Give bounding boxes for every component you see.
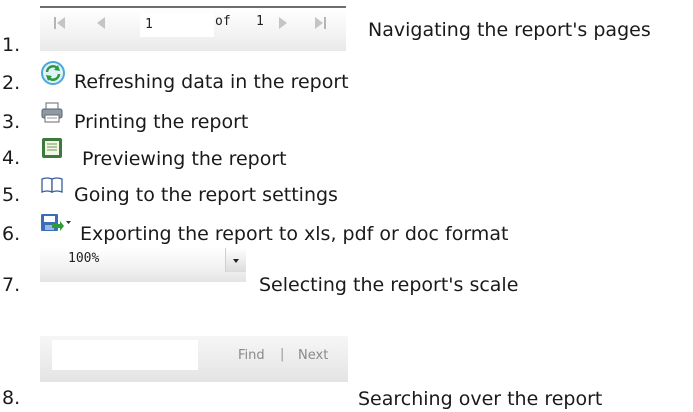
item-number: 2. [2,72,21,94]
dropdown-arrow-icon[interactable] [225,248,246,272]
page-of-label: of [215,14,231,29]
last-page-icon[interactable] [312,14,328,36]
zoom-select[interactable]: 100% [40,248,246,282]
item-description: Selecting the report's scale [259,274,519,296]
item-number: 8. [2,387,21,409]
item-description: Navigating the report's pages [368,19,651,41]
prev-page-icon[interactable] [94,14,108,36]
item-description: Exporting the report to xls, pdf or doc … [80,223,509,245]
find-button[interactable]: Find [238,348,265,363]
open-book-icon[interactable] [40,176,64,198]
search-bar: Find | Next [40,336,348,382]
item-description: Going to the report settings [74,184,338,206]
total-pages: 1 [256,14,264,29]
item-number: 7. [2,274,21,296]
first-page-icon[interactable] [52,14,68,36]
pager-toolbar: 1 of 1 [40,6,346,51]
search-input[interactable] [52,340,198,370]
item-description: Previewing the report [82,148,287,170]
next-button[interactable]: Next [298,348,328,363]
item-description: Printing the report [74,111,249,133]
item-number: 1. [2,34,21,56]
zoom-value: 100% [68,251,100,266]
page-number-input[interactable]: 1 [140,13,214,37]
item-number: 6. [2,223,21,245]
refresh-icon[interactable] [40,60,66,90]
preview-document-icon[interactable] [40,137,64,163]
item-number: 4. [2,147,21,169]
next-page-icon[interactable] [276,14,290,36]
item-number: 5. [2,184,21,206]
printer-icon[interactable] [40,102,64,128]
item-description: Refreshing data in the report [74,71,349,93]
separator: | [280,347,285,362]
save-export-icon[interactable] [40,212,72,238]
item-number: 3. [2,111,21,133]
item-description: Searching over the report [358,388,603,410]
